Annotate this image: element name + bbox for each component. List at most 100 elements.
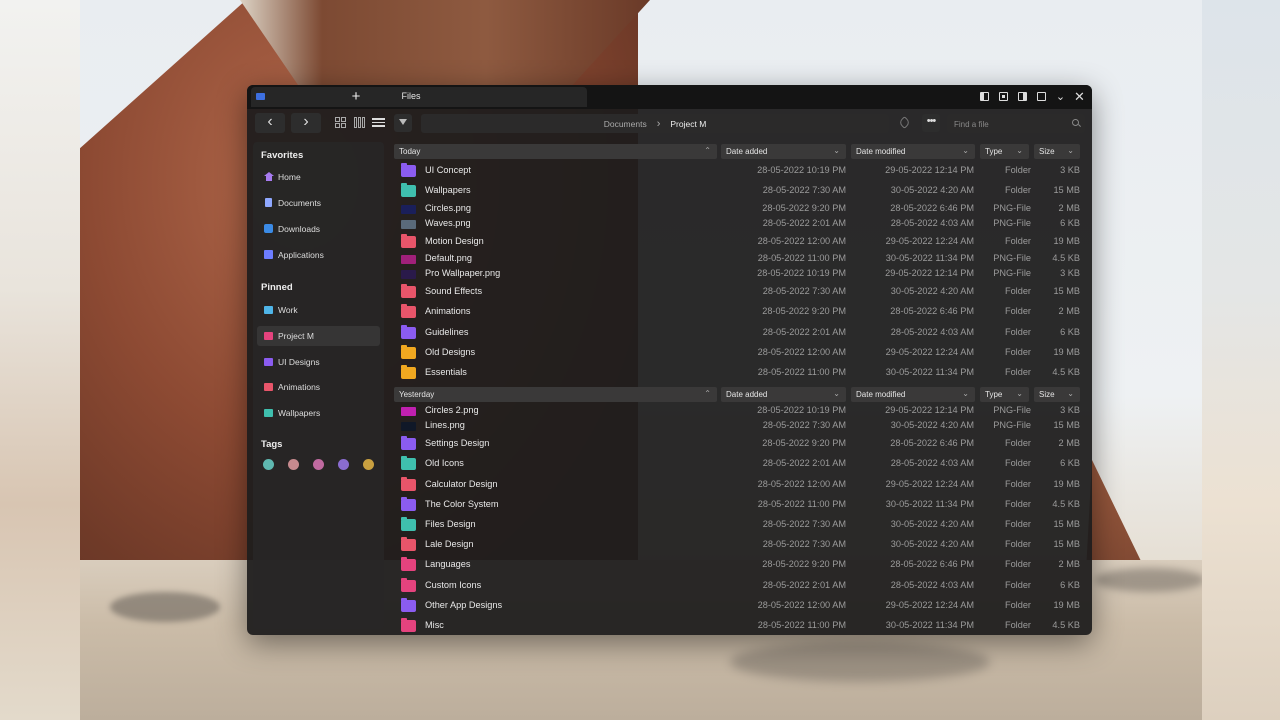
date-modified-column-header[interactable]: Date modified ⌄ — [851, 387, 975, 402]
file-size: 6 KB — [1060, 580, 1080, 590]
file-row[interactable]: Animations 28-05-2022 9:20 PM 28-05-2022 6… — [394, 302, 1086, 321]
file-row[interactable]: Wallpapers 28-05-2022 7:30 AM 30-05-2022 4… — [394, 181, 1086, 200]
sidebar-item-wallpapers[interactable]: Wallpapers — [257, 403, 380, 423]
tag-color-dot[interactable] — [263, 459, 274, 470]
sidebar-item-label: Animations — [278, 382, 321, 392]
new-tab-button[interactable]: + — [347, 88, 365, 106]
file-type: PNG-File — [993, 203, 1031, 213]
sidebar-item-applications[interactable]: Applications — [257, 245, 380, 265]
date-added: 28-05-2022 9:20 PM — [762, 438, 846, 448]
date-modified: 28-05-2022 4:03 AM — [890, 458, 974, 468]
file-row[interactable]: Guidelines 28-05-2022 2:01 AM 28-05-2022 4… — [394, 323, 1086, 342]
file-row[interactable]: Calculator Design 28-05-2022 12:00 AM 29-0… — [394, 475, 1086, 494]
panel-center-icon[interactable] — [997, 90, 1010, 103]
file-type: Folder — [1004, 286, 1031, 296]
file-row[interactable]: Misc 28-05-2022 11:00 PM 30-05-2022 11:34 … — [394, 616, 1086, 635]
date-added: 28-05-2022 11:00 PM — [757, 253, 846, 263]
file-row[interactable]: Other App Designs 28-05-2022 12:00 AM 29-0… — [394, 596, 1086, 615]
sidebar-item-ui-designs[interactable]: UI Designs — [257, 352, 380, 372]
breadcrumb-item[interactable]: Documents — [604, 119, 647, 129]
folder-icon — [401, 304, 416, 318]
date-added-column-header[interactable]: Date added ⌄ — [721, 144, 846, 159]
tag-color-dot[interactable] — [313, 459, 324, 470]
chevron-right-icon: › — [656, 117, 661, 130]
date-modified: 30-05-2022 4:20 AM — [890, 420, 974, 430]
folder-icon — [401, 345, 416, 359]
chevron-down-icon[interactable]: ⌄ — [1054, 90, 1067, 103]
tab-files[interactable]: Files — [251, 87, 587, 107]
file-row[interactable]: Old Icons 28-05-2022 2:01 AM 28-05-2022 4:… — [394, 454, 1086, 473]
tab-title: Files — [401, 91, 421, 101]
folder-icon — [401, 365, 416, 379]
back-button[interactable]: ‹ — [255, 113, 285, 133]
date-added: 28-05-2022 7:30 AM — [762, 539, 846, 549]
file-row[interactable]: Pro Wallpaper.png 28-05-2022 10:19 PM 29-0… — [394, 264, 1086, 283]
column-header-label: Type — [985, 390, 1003, 399]
date-added-column-header[interactable]: Date added ⌄ — [721, 387, 846, 402]
sidebar-item-label: UI Designs — [278, 357, 320, 367]
panel-right-icon[interactable] — [1016, 90, 1029, 103]
column-header-label: Type — [985, 147, 1003, 156]
date-added: 28-05-2022 9:20 PM — [762, 306, 846, 316]
more-options-button[interactable]: ••• — [922, 114, 940, 132]
tag-color-dot[interactable] — [288, 459, 299, 470]
search-icon[interactable] — [1072, 119, 1079, 126]
date-modified-column-header[interactable]: Date modified ⌄ — [851, 144, 975, 159]
close-icon[interactable]: ✕ — [1073, 89, 1086, 104]
tag-color-dot[interactable] — [338, 459, 349, 470]
file-size: 15 MB — [1053, 519, 1080, 529]
wallpaper-edge-right — [1202, 0, 1280, 720]
file-row[interactable]: Sound Effects 28-05-2022 7:30 AM 30-05-202… — [394, 282, 1086, 301]
file-type: Folder — [1004, 499, 1031, 509]
file-row[interactable]: Essentials 28-05-2022 11:00 PM 30-05-2022 … — [394, 363, 1086, 382]
tag-color-dot[interactable] — [363, 459, 374, 470]
file-type: PNG-File — [993, 405, 1031, 415]
grid-view-icon[interactable] — [333, 115, 348, 130]
type-column-header[interactable]: Type ⌄ — [980, 144, 1029, 159]
filter-icon[interactable] — [394, 114, 412, 132]
sidebar-item-label: Applications — [278, 250, 324, 260]
group-header-today[interactable]: Today ⌃ — [394, 144, 717, 159]
file-row[interactable]: The Color System 28-05-2022 11:00 PM 30-05… — [394, 495, 1086, 514]
file-type: Folder — [1004, 236, 1031, 246]
image-file-icon — [401, 205, 416, 214]
chevron-down-icon: ⌄ — [1016, 146, 1023, 155]
forward-button[interactable]: › — [291, 113, 321, 133]
file-row[interactable]: Settings Design 28-05-2022 9:20 PM 28-05-2… — [394, 434, 1086, 453]
breadcrumb-current[interactable]: Project M — [670, 119, 706, 129]
sidebar-item-documents[interactable]: Documents — [257, 193, 380, 213]
file-name: The Color System — [425, 499, 499, 509]
list-view-icon[interactable] — [371, 115, 386, 130]
file-row[interactable]: Waves.png 28-05-2022 2:01 AM 28-05-2022 4:… — [394, 214, 1086, 233]
search-input[interactable] — [952, 116, 1066, 133]
group-header-yesterday[interactable]: Yesterday ⌃ — [394, 387, 717, 402]
date-modified: 29-05-2022 12:24 AM — [885, 479, 974, 489]
column-view-icon[interactable] — [352, 115, 367, 130]
file-row[interactable]: Lale Design 28-05-2022 7:30 AM 30-05-2022 … — [394, 535, 1086, 554]
file-row[interactable]: Lines.png 28-05-2022 7:30 AM 30-05-2022 4:… — [394, 416, 1086, 435]
file-type: PNG-File — [993, 218, 1031, 228]
sidebar-item-project-m[interactable]: Project M — [257, 326, 380, 346]
file-type: Folder — [1004, 327, 1031, 337]
tag-icon[interactable] — [897, 115, 913, 131]
date-added: 28-05-2022 12:00 AM — [757, 236, 846, 246]
sidebar-item-home[interactable]: Home — [257, 167, 380, 187]
type-column-header[interactable]: Type ⌄ — [980, 387, 1029, 402]
file-row[interactable]: Custom Icons 28-05-2022 2:01 AM 28-05-2022… — [394, 576, 1086, 595]
sidebar-item-animations[interactable]: Animations — [257, 377, 380, 397]
restore-icon[interactable] — [1035, 90, 1048, 103]
folder-icon — [401, 163, 416, 177]
file-row[interactable]: Languages 28-05-2022 9:20 PM 28-05-2022 6:… — [394, 555, 1086, 574]
sidebar-item-downloads[interactable]: Downloads — [257, 219, 380, 239]
size-column-header[interactable]: Size ⌄ — [1034, 387, 1080, 402]
folder-icon — [401, 325, 416, 339]
panel-left-icon[interactable] — [978, 90, 991, 103]
file-row[interactable]: Old Designs 28-05-2022 12:00 AM 29-05-2022… — [394, 343, 1086, 362]
file-name: Guidelines — [425, 327, 469, 337]
file-size: 3 KB — [1060, 405, 1080, 415]
file-row[interactable]: Files Design 28-05-2022 7:30 AM 30-05-2022… — [394, 515, 1086, 534]
sidebar-item-label: Project M — [278, 331, 314, 341]
sidebar-item-work[interactable]: Work — [257, 300, 380, 320]
file-row[interactable]: UI Concept 28-05-2022 10:19 PM 29-05-2022 … — [394, 161, 1086, 180]
size-column-header[interactable]: Size ⌄ — [1034, 144, 1080, 159]
